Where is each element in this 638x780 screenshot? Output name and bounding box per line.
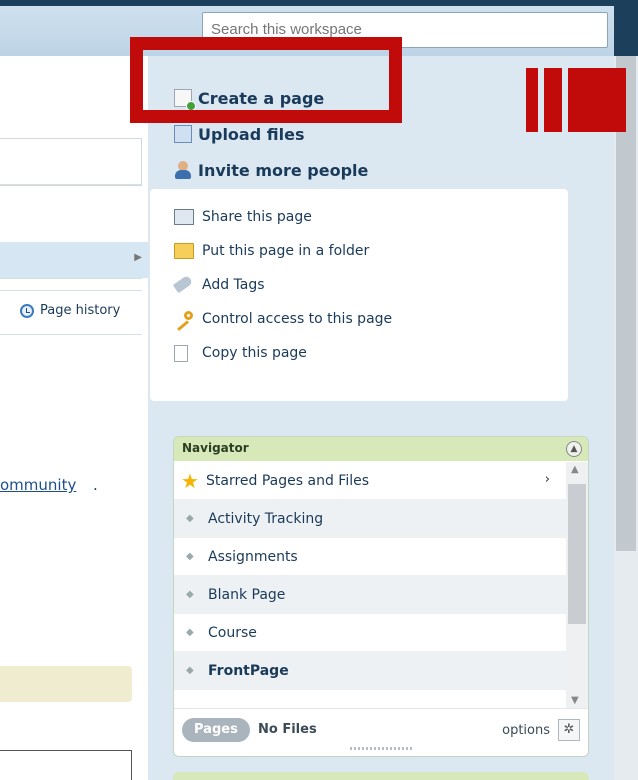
highlight-bars	[526, 68, 626, 132]
community-punct: .	[93, 476, 98, 494]
navigator-list: ★ Starred Pages and Files › ◆ Activity T…	[174, 462, 566, 690]
main-content: ▶ Page history ommunity .	[0, 56, 148, 780]
copy-page-link[interactable]: Copy this page	[174, 336, 392, 370]
page-actions-list: Share this page Put this page in a folde…	[172, 200, 392, 370]
divider	[0, 184, 142, 185]
divider	[0, 290, 142, 291]
divider	[0, 334, 142, 335]
list-item-label: Activity Tracking	[208, 510, 324, 527]
list-item[interactable]: ◆ Blank Page	[174, 576, 566, 614]
envelope-icon	[174, 209, 194, 225]
comment-input[interactable]	[0, 750, 132, 780]
content-band: ▶	[0, 242, 148, 278]
folder-icon	[174, 243, 194, 259]
list-item-label: FrontPage	[208, 662, 289, 679]
list-item-label: Course	[208, 624, 257, 641]
resize-handle[interactable]	[350, 747, 414, 750]
list-item[interactable]: ◆ Assignments	[174, 538, 566, 576]
share-page-link[interactable]: Share this page	[174, 200, 392, 234]
upload-icon	[174, 125, 192, 143]
expand-arrow-icon[interactable]: ▶	[134, 252, 142, 263]
navigator-title: Navigator	[182, 441, 249, 455]
highlight-box	[130, 37, 402, 123]
clock-icon	[20, 303, 34, 318]
search-input[interactable]	[211, 21, 599, 38]
copy-page-label: Copy this page	[202, 345, 307, 361]
page-scrollbar[interactable]	[614, 56, 638, 780]
pages-tab[interactable]: Pages	[182, 718, 250, 742]
community-link[interactable]: ommunity	[0, 476, 76, 494]
upload-files-label: Upload files	[198, 124, 305, 144]
chevron-right-icon: ›	[544, 472, 550, 487]
star-icon: ★	[181, 468, 199, 493]
list-item-current[interactable]: ◆ FrontPage	[174, 652, 566, 690]
page-history-link[interactable]: Page history	[20, 303, 120, 318]
page-history-label: Page history	[40, 303, 121, 318]
bullet-icon: ◆	[186, 513, 194, 524]
navigator-scrollbar[interactable]: ▲ ▼	[566, 462, 588, 708]
bullet-icon: ◆	[186, 627, 194, 638]
next-panel-header	[173, 772, 589, 780]
navigator: Navigator ▲ ★ Starred Pages and Files › …	[173, 436, 589, 757]
bullet-icon: ◆	[186, 589, 194, 600]
invite-people-label: Invite more people	[198, 160, 369, 180]
invite-people-button[interactable]: Invite more people	[174, 152, 368, 188]
files-tab[interactable]: No Files	[258, 722, 317, 737]
starred-pages-item[interactable]: ★ Starred Pages and Files ›	[174, 462, 566, 500]
people-icon	[174, 161, 192, 179]
put-in-folder-link[interactable]: Put this page in a folder	[174, 234, 392, 268]
gear-icon[interactable]: ✲	[558, 719, 580, 741]
navigator-footer: Pages No Files options ✲	[174, 708, 588, 756]
list-item[interactable]: ◆ Course	[174, 614, 566, 652]
bullet-icon: ◆	[186, 665, 194, 676]
key-icon	[174, 311, 194, 332]
share-page-label: Share this page	[202, 209, 312, 225]
notice-box	[0, 666, 132, 702]
list-item-label: Blank Page	[208, 586, 286, 603]
starred-label: Starred Pages and Files	[206, 472, 370, 489]
navigator-scrollbar-thumb[interactable]	[568, 484, 586, 624]
list-item[interactable]: ◆ Activity Tracking	[174, 500, 566, 538]
put-in-folder-label: Put this page in a folder	[202, 243, 370, 259]
list-item-label: Assignments	[208, 548, 298, 565]
control-access-link[interactable]: Control access to this page	[174, 302, 392, 336]
add-tags-label: Add Tags	[202, 277, 265, 293]
scroll-up-icon[interactable]: ▲	[571, 464, 579, 475]
divider	[0, 278, 142, 279]
add-tags-link[interactable]: Add Tags	[172, 268, 392, 302]
options-link[interactable]: options	[502, 723, 550, 738]
collapse-icon[interactable]: ▲	[566, 441, 582, 457]
bullet-icon: ◆	[186, 551, 194, 562]
tag-icon	[172, 274, 194, 294]
control-access-label: Control access to this page	[202, 311, 393, 327]
copy-icon	[174, 345, 188, 362]
content-input-box[interactable]	[0, 138, 142, 186]
navigator-header: Navigator ▲	[174, 437, 588, 461]
scroll-down-icon[interactable]: ▼	[571, 695, 579, 706]
